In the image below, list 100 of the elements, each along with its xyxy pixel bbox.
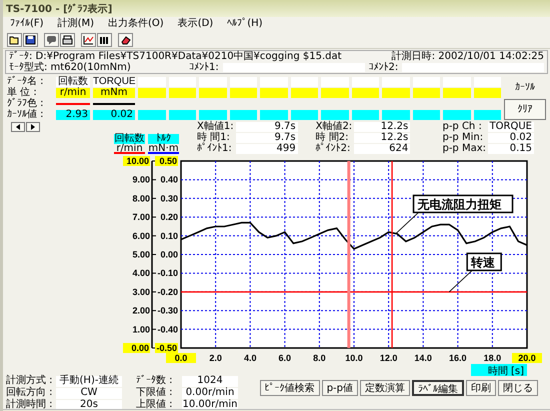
- axis-label: 0.30: [160, 193, 178, 204]
- cursor-line[interactable]: [391, 161, 393, 348]
- axis-label: -0.10: [157, 268, 178, 278]
- annotation: 无电流阻力扭矩: [416, 197, 502, 212]
- scroll-left-button[interactable]: [11, 122, 25, 132]
- channel-unit: r/min: [56, 88, 90, 98]
- toolbar-button[interactable]: [118, 32, 133, 46]
- toolbar-button[interactable]: [97, 32, 112, 46]
- axis-label: 2.0: [209, 353, 222, 363]
- action-button[interactable]: p-p値: [322, 380, 358, 396]
- save-icon: [25, 34, 36, 44]
- leader-line: [395, 212, 419, 234]
- cursor-value-cell: [260, 110, 288, 120]
- axis-label: 8.00: [132, 193, 150, 204]
- y2-tick-label: 0.50: [159, 156, 177, 166]
- speech-bubble-icon: [46, 34, 57, 44]
- info-value: 1024: [182, 376, 238, 387]
- folder-icon: [9, 34, 20, 44]
- comment-field[interactable]: [402, 63, 544, 72]
- menu-item[interactable]: ﾌｧｲﾙ(F): [3, 18, 51, 30]
- action-button[interactable]: 印刷: [466, 380, 496, 396]
- unit-cell: [230, 88, 257, 98]
- row-label: ﾃﾞｰﾀ名 :: [7, 77, 45, 87]
- x-axis-title: 時間 [s]: [488, 365, 524, 377]
- unit-cell: [443, 88, 470, 98]
- axis-label: 0.0: [166, 353, 196, 363]
- action-button[interactable]: 閉じる: [498, 380, 538, 396]
- annotation: 转速: [470, 255, 496, 270]
- channel-name-cell: [382, 77, 410, 87]
- axis-label: -0.40: [157, 324, 178, 334]
- info-label: X軸値2:: [316, 122, 352, 132]
- left-triangle-icon: [16, 124, 20, 130]
- motor-type: ﾓｰﾀ型式: mt620(10mNm): [9, 62, 132, 73]
- info-value: 624: [354, 144, 410, 154]
- info-value: TORQUE: [488, 122, 534, 132]
- channel-unit: mNm: [93, 88, 135, 98]
- callout-label: 无电流阻力扭矩: [412, 194, 514, 214]
- action-button[interactable]: ﾋﾟｰｸ値検索: [260, 380, 320, 396]
- action-button[interactable]: 定数演算: [360, 380, 410, 396]
- data-path: ﾃﾞｰﾀ: D:¥Program Files¥TS7100R¥Data¥0210中国¥cogging $15.dat: [9, 51, 342, 62]
- axis-label: 8.0: [313, 353, 326, 363]
- print-button[interactable]: [60, 32, 75, 46]
- comment-field[interactable]: [222, 63, 364, 72]
- axis-name: ﾄﾙｸ: [148, 134, 179, 144]
- unit-cell: [321, 88, 348, 98]
- comment-label: ｺﾒﾝﾄ1:: [189, 62, 219, 73]
- info-label: ﾎﾟｲﾝﾄ1:: [197, 144, 233, 154]
- axis-label: 18.0: [484, 353, 502, 363]
- cursor-value-cell: [321, 110, 348, 120]
- axis-label: 1.00: [132, 324, 150, 334]
- channel-name-cell: [321, 77, 348, 87]
- axis-label: 7.00: [132, 212, 150, 222]
- menu-item[interactable]: 出力条件(O): [101, 18, 171, 30]
- leader-line: [448, 270, 473, 292]
- callout-label: 转速: [466, 252, 502, 272]
- info-value: 0.15: [488, 144, 534, 154]
- info-label: ﾎﾟｲﾝﾄ2:: [316, 144, 352, 154]
- info-label: 上限値 :: [136, 400, 174, 411]
- axis-label: 4.00: [132, 268, 150, 278]
- scroll-right-button[interactable]: [26, 122, 40, 132]
- menu-item[interactable]: 計測(M): [50, 18, 101, 30]
- info-value: 手動(H)-連続: [56, 376, 122, 387]
- info-value: CW: [56, 388, 122, 399]
- unit-cell: [260, 88, 288, 98]
- menu-item[interactable]: ﾍﾙﾌﾟ(H): [220, 18, 270, 30]
- cursor-value-cell: [412, 110, 440, 120]
- toolbar-button[interactable]: [81, 32, 96, 46]
- axis-label: 9.00: [132, 174, 150, 185]
- info-label: ﾃﾞｰﾀ数 :: [136, 376, 174, 387]
- info-label: p-p Ch :: [442, 122, 483, 132]
- axis-label: 20.0: [512, 353, 542, 363]
- axis-label: -0.50: [155, 343, 178, 353]
- cursor-value-cell: [199, 110, 226, 120]
- axis-title: 時間 [s]: [471, 364, 527, 376]
- axis-label: 0.40: [160, 174, 178, 185]
- cursor-value-cell: [138, 110, 166, 120]
- axis-label: -0.30: [157, 306, 178, 316]
- info-value: 9.7s: [236, 133, 298, 143]
- axis-unit: mN·m: [148, 144, 179, 154]
- cursor-value: 0.02: [93, 110, 135, 120]
- x-tick-label: 20.0: [518, 353, 536, 363]
- axis-label: 5.00: [132, 250, 150, 260]
- axis-label: 0.00: [160, 250, 178, 260]
- cursor-value-cell: [290, 110, 318, 120]
- unit-cell: [382, 88, 410, 98]
- comment-label: ｺﾒﾝﾄ2:: [368, 62, 398, 73]
- channel-name-cell: [168, 77, 196, 87]
- info-label: 計測方式 :: [6, 376, 54, 386]
- save-button[interactable]: [23, 32, 38, 46]
- channel-name-cell: [443, 77, 470, 87]
- menu-item[interactable]: 表示(D): [170, 18, 220, 30]
- unit-cell: [474, 88, 501, 98]
- open-button[interactable]: [7, 32, 22, 46]
- axis-label: 14.0: [414, 353, 432, 363]
- channel-name-cell: [412, 77, 440, 87]
- info-value: 0.02: [488, 133, 534, 143]
- axis-label: 0.10: [160, 230, 178, 241]
- info-value: 9.7s: [236, 122, 298, 132]
- action-button[interactable]: ﾗﾍﾞﾙ編集: [412, 380, 464, 396]
- clear-button[interactable]: ｸﾘｱ: [504, 99, 546, 120]
